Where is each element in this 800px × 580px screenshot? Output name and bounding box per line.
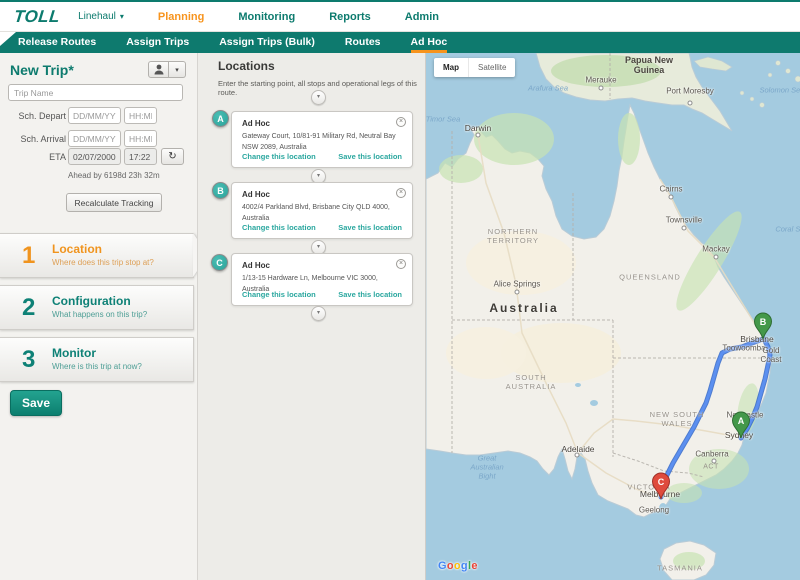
arrival-date-input[interactable] — [68, 130, 121, 147]
content-area: New Trip* ▾ Sch. Depart Sch. Arrival — [0, 53, 800, 580]
close-icon[interactable]: × — [396, 117, 406, 127]
step-title: Monitor — [52, 346, 96, 360]
subnav-release-routes[interactable]: Release Routes — [18, 32, 96, 53]
main-nav: Planning Monitoring Reports Admin — [158, 11, 439, 23]
eta-ahead-text: Ahead by 6198d 23h 32m — [68, 171, 160, 180]
sch-arrival-row: Sch. Arrival — [0, 130, 197, 147]
refresh-eta-button[interactable]: ↻ — [161, 148, 184, 165]
map-canvas — [426, 53, 800, 580]
eta-label: ETA — [49, 152, 66, 162]
eta-date-field — [68, 148, 121, 165]
step-number: 1 — [22, 242, 35, 270]
trip-name-input[interactable] — [8, 84, 183, 101]
sch-arrival-label: Sch. Arrival — [20, 134, 66, 144]
subnav-assign-trips-bulk[interactable]: Assign Trips (Bulk) — [219, 32, 315, 53]
caret-down-icon: ▾ — [120, 12, 124, 21]
insert-stop-icon: ▾ — [317, 94, 320, 100]
save-button[interactable]: Save — [10, 390, 62, 416]
app-window: TOLL Linehaul ▾ Planning Monitoring Repo… — [0, 0, 800, 580]
eta-time-field — [124, 148, 157, 165]
person-button[interactable] — [148, 61, 169, 78]
change-location-link[interactable]: Change this location — [242, 152, 316, 161]
locations-title: Locations — [218, 59, 275, 73]
location-name: Ad Hoc — [242, 261, 270, 270]
change-location-link[interactable]: Change this location — [242, 223, 316, 232]
step-subtitle: Where does this trip stop at? — [52, 258, 154, 267]
map-type-satellite-button[interactable]: Satellite — [469, 58, 515, 77]
stop-badge-b: B — [212, 182, 229, 199]
map-type-map-button[interactable]: Map — [434, 58, 469, 77]
insert-stop-button[interactable]: ▾ — [311, 90, 326, 105]
eta-row: ETA ↻ — [0, 148, 197, 165]
refresh-icon: ↻ — [168, 151, 176, 162]
sub-nav: Release Routes Assign Trips Assign Trips… — [0, 32, 800, 53]
save-location-link[interactable]: Save this location — [338, 223, 402, 232]
stop-badge-a: A — [212, 110, 229, 127]
arrival-time-input[interactable] — [124, 130, 157, 147]
new-britain-island — [694, 57, 732, 71]
division-label: Linehaul — [78, 11, 116, 22]
map-marker-b[interactable]: B — [753, 312, 773, 340]
svg-text:B: B — [760, 317, 767, 327]
person-caret-button[interactable]: ▾ — [169, 61, 186, 78]
trip-form-panel: New Trip* ▾ Sch. Depart Sch. Arrival — [0, 53, 197, 580]
sch-depart-label: Sch. Depart — [18, 111, 66, 121]
step-title: Configuration — [52, 294, 131, 308]
nav-item-admin[interactable]: Admin — [405, 11, 439, 23]
change-location-link[interactable]: Change this location — [242, 290, 316, 299]
page-title: New Trip* — [10, 62, 74, 78]
location-card-a: Ad Hoc × Gateway Court, 10/81-91 Militar… — [231, 111, 413, 168]
toll-logo: TOLL — [13, 7, 61, 27]
step-title: Location — [52, 242, 102, 256]
svg-text:A: A — [738, 416, 745, 426]
division-dropdown[interactable]: Linehaul ▾ — [78, 11, 124, 22]
top-bar: TOLL Linehaul ▾ Planning Monitoring Repo… — [0, 2, 800, 32]
step-subtitle: Where is this trip at now? — [52, 362, 142, 371]
map-type-control: Map Satellite — [434, 58, 515, 77]
step-number: 3 — [22, 346, 35, 374]
nav-item-reports[interactable]: Reports — [329, 11, 371, 23]
nav-item-planning[interactable]: Planning — [158, 11, 204, 23]
close-icon[interactable]: × — [396, 188, 406, 198]
driver-split-button: ▾ — [148, 61, 186, 78]
sch-depart-row: Sch. Depart — [0, 107, 197, 124]
save-location-link[interactable]: Save this location — [338, 290, 402, 299]
insert-stop-button[interactable]: ▾ — [311, 306, 326, 321]
location-name: Ad Hoc — [242, 119, 270, 128]
map-view[interactable]: Papua New Guinea Merauke Port Moresby Ar… — [426, 53, 800, 580]
caret-down-icon: ▾ — [175, 66, 179, 74]
step-number: 2 — [22, 294, 35, 322]
step-subtitle: What happens on this trip? — [52, 310, 147, 319]
save-location-link[interactable]: Save this location — [338, 152, 402, 161]
location-card-b: Ad Hoc × 4002/4 Parkland Blvd, Brisbane … — [231, 182, 413, 239]
insert-stop-icon: ▾ — [317, 310, 320, 316]
recalculate-tracking-button[interactable]: Recalculate Tracking — [66, 193, 162, 212]
location-address: 4002/4 Parkland Blvd, Brisbane City QLD … — [242, 203, 404, 225]
depart-date-input[interactable] — [68, 107, 121, 124]
step-monitor[interactable]: 3 Monitor Where is this trip at now? — [0, 337, 194, 382]
stop-badge-c: C — [211, 254, 228, 271]
svg-text:C: C — [658, 477, 665, 487]
location-name: Ad Hoc — [242, 190, 270, 199]
location-card-c: Ad Hoc × 1/13-15 Hardware Ln, Melbourne … — [231, 253, 413, 306]
location-address: Gateway Court, 10/81-91 Military Rd, Neu… — [242, 132, 404, 154]
locations-panel: Locations Enter the starting point, all … — [197, 53, 426, 580]
nav-item-monitoring[interactable]: Monitoring — [238, 11, 295, 23]
step-configuration[interactable]: 2 Configuration What happens on this tri… — [0, 285, 194, 330]
insert-stop-icon: ▾ — [317, 244, 320, 250]
subnav-assign-trips[interactable]: Assign Trips — [126, 32, 189, 53]
map-marker-c[interactable]: C — [651, 472, 671, 500]
subnav-routes[interactable]: Routes — [345, 32, 381, 53]
depart-time-input[interactable] — [124, 107, 157, 124]
insert-stop-icon: ▾ — [317, 173, 320, 179]
close-icon[interactable]: × — [396, 259, 406, 269]
person-icon — [154, 64, 164, 75]
subnav-ad-hoc[interactable]: Ad Hoc — [411, 32, 448, 53]
step-location[interactable]: 1 Location Where does this trip stop at? — [0, 233, 194, 278]
map-marker-a[interactable]: A — [731, 411, 751, 439]
